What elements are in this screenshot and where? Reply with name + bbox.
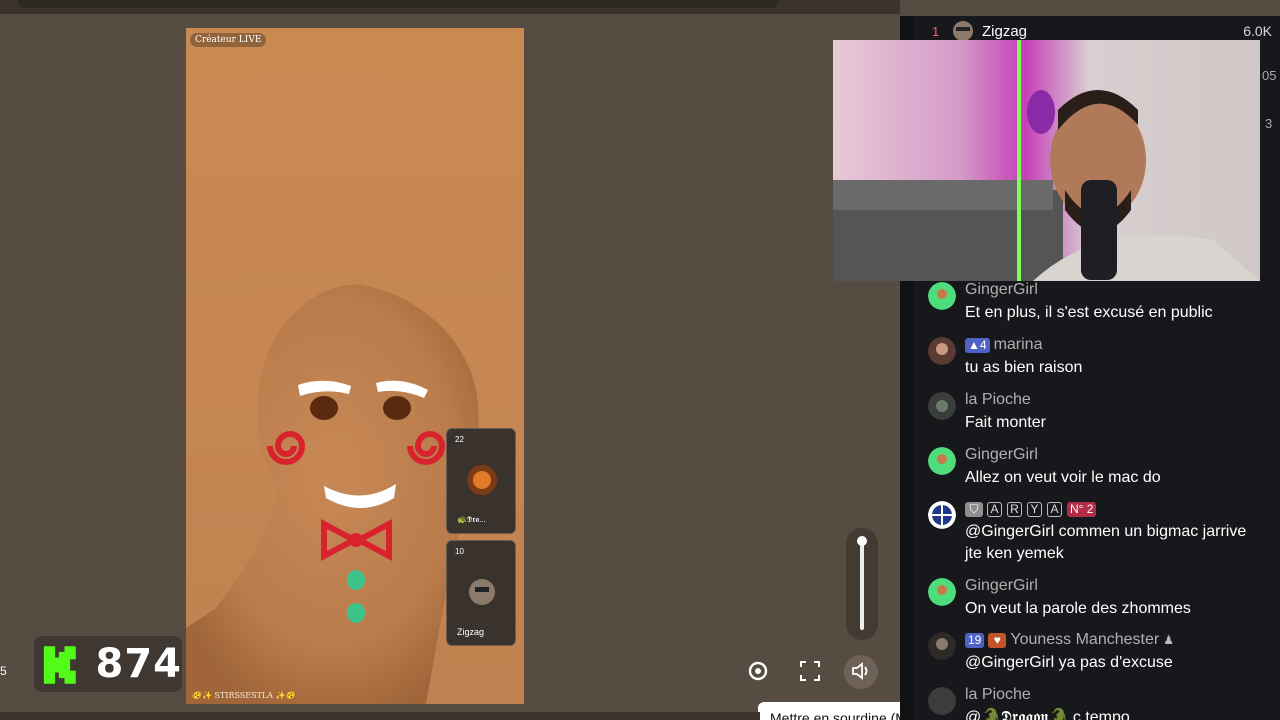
gifter-name: Zigzag <box>982 22 1028 40</box>
settings-icon <box>748 661 768 681</box>
chat-username[interactable]: GingerGirl <box>965 446 1038 464</box>
chat-text: Fait monter <box>965 414 1046 431</box>
chat-text: tu as bien raison <box>965 359 1083 376</box>
chat-username[interactable]: la Pioche <box>965 686 1031 704</box>
chat-username[interactable]: Youness Manchester <box>1010 631 1159 649</box>
username-letter[interactable]: A <box>1047 501 1062 517</box>
chat-username[interactable]: la Pioche <box>965 391 1031 409</box>
user-avatar <box>928 392 956 420</box>
user-avatar <box>928 632 956 660</box>
guest-avatar-2 <box>469 579 495 605</box>
volume-icon <box>852 662 868 680</box>
browser-top-bar <box>0 0 900 14</box>
sub-badge: 19 <box>965 632 985 648</box>
chat-text: On veut la parole des zhommes <box>965 600 1191 617</box>
stream-page: Créateur LIVE 22 🐢𝕯𝖗𝖆... 10 Zigzag 🫨✨ ST… <box>0 0 1280 720</box>
gifter-avatar <box>953 21 973 41</box>
heart-badge-icon: ♥ <box>988 632 1007 648</box>
chat-text: @🐊𝕯𝖗𝖆𝖌𝖔𝖓🐊 c tempo <box>965 709 1130 720</box>
gifter-rank: 1 <box>932 23 940 39</box>
stream-footer-text: 🫨✨ STIRSSESTLA ✨🫨 <box>192 691 296 700</box>
side-number-1: 05 <box>1262 68 1277 83</box>
guest-name: 🐢𝕯𝖗𝖆... <box>457 515 486 524</box>
mute-button[interactable] <box>846 656 876 686</box>
top-bar-pill <box>18 0 778 8</box>
user-avatar <box>928 337 956 365</box>
settings-button[interactable] <box>743 656 773 686</box>
creator-live-badge: Créateur LIVE <box>190 33 267 47</box>
volume-slider-knob[interactable] <box>857 536 867 546</box>
guest-diamond-count: 10 <box>455 547 464 556</box>
gifter-amount: 6.0K <box>1243 23 1272 39</box>
guest-avatar-1 <box>467 465 497 495</box>
kick-logo-icon <box>43 646 76 684</box>
guest-diamond-count: 22 <box>455 435 464 444</box>
viewer-count: 874 <box>95 641 182 687</box>
kick-viewer-overlay: 874 <box>34 636 182 692</box>
username-letter[interactable]: A <box>987 501 1002 517</box>
user-avatar <box>928 578 956 606</box>
user-avatar <box>928 501 956 529</box>
side-number-2: 3 <box>1265 116 1273 131</box>
user-avatar <box>928 282 956 310</box>
bottom-taskbar-strip <box>0 712 760 720</box>
guest-tile-1[interactable]: 22 🐢𝕯𝖗𝖆... <box>446 428 516 534</box>
user-avatar <box>928 687 956 715</box>
gifter-rank-badge: N° 2 <box>1067 501 1097 517</box>
chat-username[interactable]: GingerGirl <box>965 577 1038 595</box>
chat-username[interactable]: GingerGirl <box>965 281 1038 299</box>
volume-slider[interactable] <box>846 528 878 640</box>
webcam-image <box>833 40 1260 281</box>
fullscreen-button[interactable] <box>795 656 825 686</box>
shield-badge-icon: ⛉ <box>965 501 983 517</box>
sub-badge: ▲4 <box>965 337 990 353</box>
guest-name: Zigzag <box>457 627 485 637</box>
fullscreen-icon <box>800 661 820 681</box>
username-letter[interactable]: Y <box>1027 501 1042 517</box>
chat-text: @GingerGirl ya pas d'excuse <box>965 654 1173 671</box>
chat-text: Et en plus, il s'est excusé en public <box>965 304 1213 321</box>
streamer-webcam <box>833 40 1260 281</box>
live-video-frame[interactable]: Créateur LIVE 22 🐢𝕯𝖗𝖆... 10 Zigzag 🫨✨ ST… <box>186 28 524 704</box>
chat-text: @GingerGirl commen un bigmac jarrive jte… <box>965 523 1247 562</box>
chat-username[interactable]: marina <box>994 336 1043 354</box>
left-edge-fragment: 5 <box>0 664 7 678</box>
top-gifter-row[interactable]: 1 Zigzag 6.0K <box>932 20 1280 42</box>
user-avatar <box>928 447 956 475</box>
chat-text: Allez on veut voir le mac do <box>965 469 1161 486</box>
guest-tile-2[interactable]: 10 Zigzag <box>446 540 516 646</box>
volume-slider-track <box>860 538 864 630</box>
user-profile-icon: ♟ <box>1163 633 1174 647</box>
username-letter[interactable]: R <box>1007 501 1022 517</box>
